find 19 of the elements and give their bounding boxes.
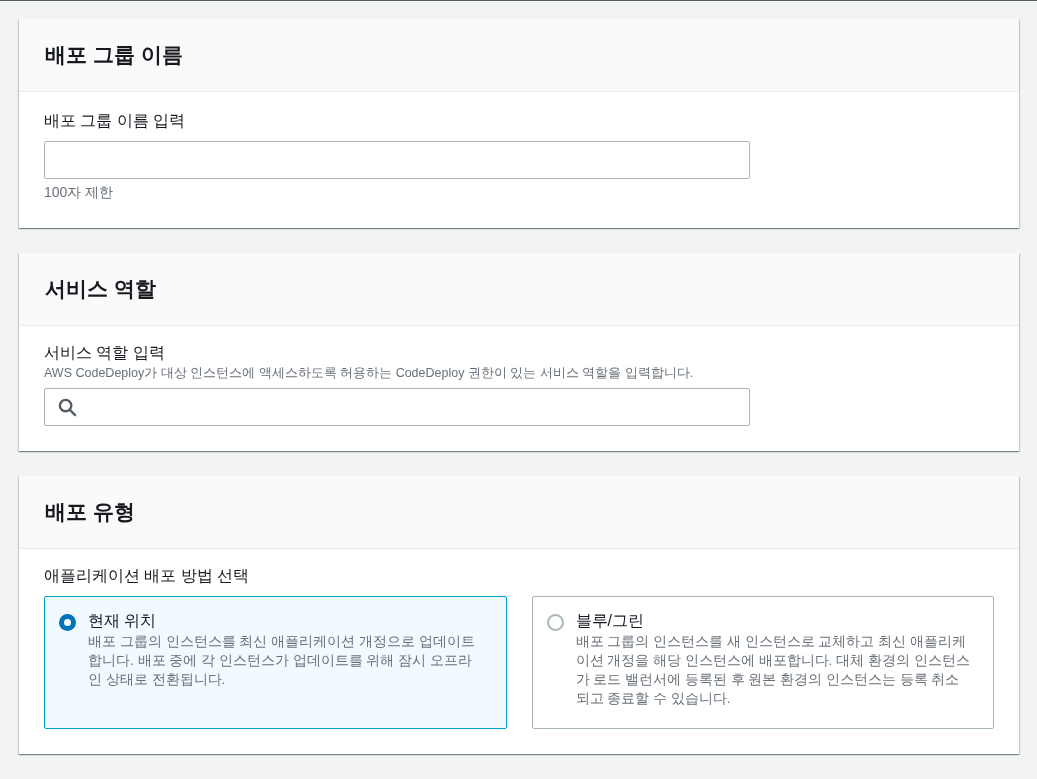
field-description: AWS CodeDeploy가 대상 인스턴스에 액세스하도록 허용하는 CodeDeploy 권한이 있는 서비스 역할을 입력합니다.	[44, 365, 695, 382]
field-label: 애플리케이션 배포 방법 선택	[44, 566, 251, 586]
radio-button[interactable]	[59, 614, 76, 631]
field-hint: 100자 제한	[44, 183, 115, 202]
field-label: 서비스 역할 입력	[44, 343, 166, 363]
radio-button[interactable]	[546, 614, 564, 631]
section-title: 배포 유형	[45, 499, 135, 526]
deployment-option-card[interactable]: 블루/그린 배포 그룹의 인스턴스를 새 인스턴스로 교체하고 최신 애플리케이션 개정을 해당 인스턴스에 배포합니다. 대체 환경의 인스턴스가 로드 밸런서에 등록된 후 원본 환경의 인스턴스는 등록 취소되고 종료할 수 있습니다.	[531, 596, 994, 729]
option-description: 배포 그룹의 인스턴스를 최신 애플리케이션 개정으로 업데이트합니다. 배포 중에 각 인스턴스가 업데이트를 위해 잠시 오프라인 상태로 전환됩니다.	[88, 633, 476, 689]
search-icon	[58, 397, 77, 417]
input-field[interactable]	[44, 141, 750, 179]
option-title: 현재 위치	[88, 611, 158, 631]
section-title: 배포 그룹 이름	[45, 42, 183, 69]
option-title: 블루/그린	[575, 611, 645, 631]
option-description: 배포 그룹의 인스턴스를 새 인스턴스로 교체하고 최신 애플리케이션 개정을 해당 인스턴스에 배포합니다. 대체 환경의 인스턴스가 로드 밸런서에 등록된 후 원본 환경의 인스턴스는 등록 취소되고 종료할 수 있습니다.	[575, 633, 971, 708]
deployment-option-card[interactable]: 현재 위치 배포 그룹의 인스턴스를 최신 애플리케이션 개정으로 업데이트합니다. 배포 중에 각 인스턴스가 업데이트를 위해 잠시 오프라인 상태로 전환됩니다.	[44, 596, 507, 729]
field-label: 배포 그룹 이름 입력	[44, 111, 187, 131]
section-title: 서비스 역할	[45, 276, 156, 303]
search-field[interactable]	[44, 388, 750, 426]
